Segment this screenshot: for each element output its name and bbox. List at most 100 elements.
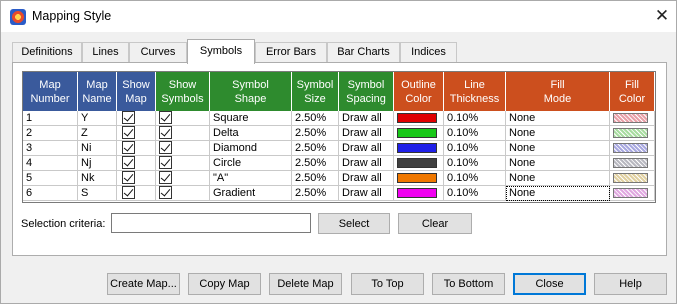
fill-color-swatch[interactable] <box>613 188 648 198</box>
symbol-shape-cell[interactable]: Gradient <box>210 186 292 201</box>
map-number-cell[interactable]: 3 <box>23 141 78 156</box>
fill-color-cell[interactable] <box>610 156 655 171</box>
symbol-spacing-cell[interactable]: Draw all <box>339 126 394 141</box>
title-bar[interactable]: Mapping Style ✕ <box>1 1 676 32</box>
map-name-cell[interactable]: Y <box>78 111 117 126</box>
fill-color-cell[interactable] <box>610 111 655 126</box>
outline-color-cell[interactable] <box>394 156 444 171</box>
fill-mode-cell[interactable]: None <box>506 111 610 126</box>
tab-lines[interactable]: Lines <box>82 42 129 63</box>
show-symbols-checkbox[interactable] <box>159 186 172 199</box>
show-map-checkbox[interactable] <box>122 156 135 169</box>
map-name-cell[interactable]: Nk <box>78 171 117 186</box>
fill-mode-cell[interactable]: None <box>506 156 610 171</box>
symbol-shape-cell[interactable]: "A" <box>210 171 292 186</box>
line-thickness-cell[interactable]: 0.10% <box>444 111 506 126</box>
fill-mode-cell[interactable]: None <box>506 126 610 141</box>
outline-color-swatch[interactable] <box>397 173 437 183</box>
fill-mode-cell[interactable]: None <box>506 141 610 156</box>
map-name-cell[interactable]: Ni <box>78 141 117 156</box>
outline-color-swatch[interactable] <box>397 143 437 153</box>
symbol-size-cell[interactable]: 2.50% <box>292 141 339 156</box>
column-header[interactable]: Line Thickness <box>444 72 506 111</box>
outline-color-cell[interactable] <box>394 186 444 201</box>
select-button[interactable]: Select <box>318 213 390 234</box>
show-map-cell[interactable] <box>117 111 156 126</box>
show-map-cell[interactable] <box>117 156 156 171</box>
column-header[interactable]: Show Symbols <box>156 72 210 111</box>
fill-color-swatch[interactable] <box>613 113 648 123</box>
show-map-cell[interactable] <box>117 171 156 186</box>
map-number-cell[interactable]: 4 <box>23 156 78 171</box>
tab-definitions[interactable]: Definitions <box>12 42 82 63</box>
tab-symbols[interactable]: Symbols <box>187 39 255 64</box>
show-symbols-checkbox[interactable] <box>159 171 172 184</box>
to-top-button[interactable]: To Top <box>351 273 424 295</box>
delete-map-button[interactable]: Delete Map <box>269 273 342 295</box>
close-button[interactable]: Close <box>513 273 586 295</box>
fill-color-cell[interactable] <box>610 141 655 156</box>
map-name-cell[interactable]: S <box>78 186 117 201</box>
symbol-size-cell[interactable]: 2.50% <box>292 126 339 141</box>
map-number-cell[interactable]: 6 <box>23 186 78 201</box>
show-map-cell[interactable] <box>117 141 156 156</box>
show-map-cell[interactable] <box>117 186 156 201</box>
fill-color-cell[interactable] <box>610 126 655 141</box>
outline-color-cell[interactable] <box>394 141 444 156</box>
line-thickness-cell[interactable]: 0.10% <box>444 141 506 156</box>
copy-map-button[interactable]: Copy Map <box>188 273 261 295</box>
tab-error-bars[interactable]: Error Bars <box>255 42 327 63</box>
map-number-cell[interactable]: 1 <box>23 111 78 126</box>
fill-color-swatch[interactable] <box>613 143 648 153</box>
symbol-spacing-cell[interactable]: Draw all <box>339 111 394 126</box>
outline-color-swatch[interactable] <box>397 158 437 168</box>
column-header[interactable]: Symbol Shape <box>210 72 292 111</box>
symbol-shape-cell[interactable]: Circle <box>210 156 292 171</box>
column-header[interactable]: Symbol Spacing <box>339 72 394 111</box>
show-symbols-cell[interactable] <box>156 156 210 171</box>
symbol-spacing-cell[interactable]: Draw all <box>339 186 394 201</box>
line-thickness-cell[interactable]: 0.10% <box>444 126 506 141</box>
column-header[interactable]: Fill Color <box>610 72 655 111</box>
show-symbols-cell[interactable] <box>156 171 210 186</box>
show-map-checkbox[interactable] <box>122 186 135 199</box>
to-bottom-button[interactable]: To Bottom <box>432 273 505 295</box>
map-number-cell[interactable]: 2 <box>23 126 78 141</box>
show-map-checkbox[interactable] <box>122 171 135 184</box>
selection-criteria-input[interactable] <box>111 213 311 233</box>
show-symbols-cell[interactable] <box>156 186 210 201</box>
outline-color-swatch[interactable] <box>397 128 437 138</box>
show-symbols-cell[interactable] <box>156 111 210 126</box>
symbol-size-cell[interactable]: 2.50% <box>292 156 339 171</box>
map-number-cell[interactable]: 5 <box>23 171 78 186</box>
fill-mode-cell[interactable]: None <box>506 171 610 186</box>
fill-color-cell[interactable] <box>610 186 655 201</box>
column-header[interactable]: Outline Color <box>394 72 444 111</box>
symbol-shape-cell[interactable]: Square <box>210 111 292 126</box>
symbol-size-cell[interactable]: 2.50% <box>292 186 339 201</box>
help-button[interactable]: Help <box>594 273 667 295</box>
show-symbols-cell[interactable] <box>156 126 210 141</box>
show-map-checkbox[interactable] <box>122 111 135 124</box>
outline-color-cell[interactable] <box>394 171 444 186</box>
tab-bar-charts[interactable]: Bar Charts <box>327 42 400 63</box>
show-map-cell[interactable] <box>117 126 156 141</box>
fill-mode-cell[interactable]: None <box>506 186 610 201</box>
show-map-checkbox[interactable] <box>122 141 135 154</box>
column-header[interactable]: Fill Mode <box>506 72 610 111</box>
column-header[interactable]: Map Name <box>78 72 117 111</box>
line-thickness-cell[interactable]: 0.10% <box>444 171 506 186</box>
symbol-spacing-cell[interactable]: Draw all <box>339 156 394 171</box>
outline-color-swatch[interactable] <box>397 113 437 123</box>
outline-color-swatch[interactable] <box>397 188 437 198</box>
column-header[interactable]: Show Map <box>117 72 156 111</box>
symbol-spacing-cell[interactable]: Draw all <box>339 171 394 186</box>
tab-curves[interactable]: Curves <box>129 42 187 63</box>
show-symbols-checkbox[interactable] <box>159 141 172 154</box>
show-map-checkbox[interactable] <box>122 126 135 139</box>
symbol-spacing-cell[interactable]: Draw all <box>339 141 394 156</box>
symbol-shape-cell[interactable]: Delta <box>210 126 292 141</box>
show-symbols-checkbox[interactable] <box>159 126 172 139</box>
fill-color-swatch[interactable] <box>613 173 648 183</box>
symbol-size-cell[interactable]: 2.50% <box>292 111 339 126</box>
